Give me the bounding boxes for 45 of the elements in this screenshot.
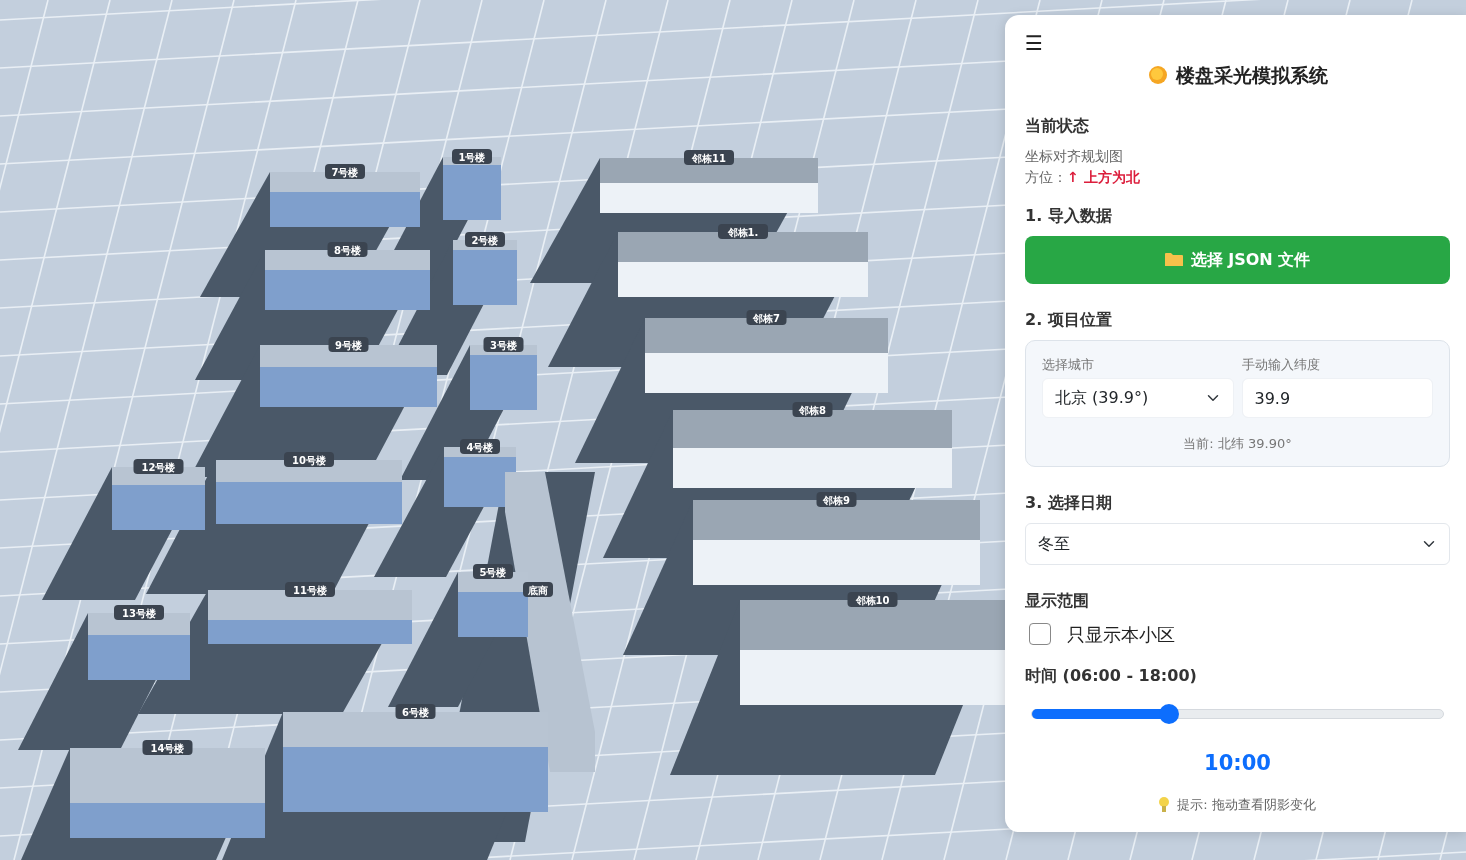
building-label: 邻栋7 [746,310,787,325]
building-label: 9号楼 [328,337,369,352]
hint-text: 提示: 拖动查看阴影变化 [1177,796,1316,814]
section-heading: 时间 (06:00 - 18:00) [1025,664,1198,687]
time-reading: 10:00 [1203,749,1272,777]
current-latitude-text: 当前: 北纬 39.90° [1182,435,1293,453]
section-heading: 显示范围 [1025,589,1090,612]
building-label: 1号楼 [452,149,492,164]
building-label: 7号楼 [325,164,365,179]
orientation-text: 方位：↑ 上方为北 [1025,167,1141,187]
field-label: 选择城市 [1042,355,1095,374]
folder-icon [1164,252,1183,267]
time-slider-track[interactable] [1031,708,1444,719]
building-label: 2号楼 [465,232,505,247]
city-select[interactable]: 北京 (39.9°) [1042,378,1234,418]
only-community-checkbox[interactable]: 只显示本小区 [1029,620,1450,648]
section-heading: 2. 项目位置 [1025,308,1113,331]
building-label: 13号楼 [114,605,164,620]
building-label: 3号楼 [483,337,524,352]
app-title: 楼盘采光模拟系统 [1175,63,1328,88]
building-label: 8号楼 [327,242,368,257]
status-text: 坐标对齐规划图 [1025,146,1124,166]
building-label: 11号楼 [285,582,335,597]
field-label: 手动输入纬度 [1241,355,1321,374]
sun-icon [1147,65,1168,86]
time-slider-thumb[interactable] [1158,703,1179,724]
lightbulb-icon [1159,796,1170,813]
building-label: 12号楼 [133,459,184,474]
date-select[interactable]: 冬至 [1025,522,1450,565]
building-label: 10号楼 [284,452,334,467]
building-label: 14号楼 [142,740,193,755]
building-label: 6号楼 [395,704,436,719]
building-label: 4号楼 [460,439,500,454]
building-label: 底商 [523,582,553,597]
building-label: 邻栋8 [792,402,833,417]
building-label: 邻栋10 [847,592,898,607]
building-label: 邻栋11 [684,150,734,165]
section-heading: 3. 选择日期 [1025,491,1113,514]
section-heading: 1. 导入数据 [1025,204,1113,227]
menu-button[interactable]: ☰ [1025,33,1043,53]
building-label: 5号楼 [473,564,513,579]
building-label: 邻栋1. [718,224,768,239]
latitude-field[interactable]: 39.9 [1241,378,1433,418]
building-label: 邻栋9 [816,492,857,507]
section-heading: 当前状态 [1025,114,1090,137]
